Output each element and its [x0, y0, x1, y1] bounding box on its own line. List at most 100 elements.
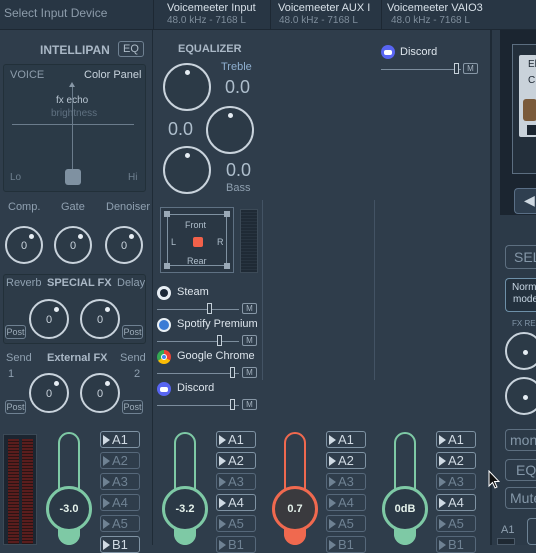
send-1-knob[interactable]: 0: [29, 373, 69, 413]
send-1-post-button[interactable]: Post: [5, 400, 26, 414]
app-name-steam: Steam: [177, 286, 209, 298]
reverb-post-button[interactable]: Post: [5, 325, 26, 339]
app-name-chrome: Google Chrome: [177, 350, 255, 362]
bus-button-a2-strip-1[interactable]: A2: [100, 452, 140, 469]
steam-slider-thumb[interactable]: [207, 303, 212, 314]
send-2-post-button[interactable]: Post: [122, 400, 143, 414]
bus-button-label: A4: [448, 495, 464, 510]
gate-knob[interactable]: 0: [54, 226, 92, 264]
bus-button-a1-strip-1[interactable]: A1: [100, 431, 140, 448]
chrome-slider[interactable]: [157, 373, 239, 374]
intellipan-h-axis: [12, 124, 134, 125]
play-triangle-icon: [103, 498, 110, 508]
bus-button-label: A5: [112, 516, 128, 531]
mouse-cursor-icon: [488, 470, 500, 489]
discord-slider-thumb[interactable]: [230, 399, 235, 410]
steam-slider[interactable]: [157, 309, 239, 310]
delay-knob[interactable]: 0: [80, 299, 120, 339]
bus-button-a5-strip-2[interactable]: A5: [216, 515, 256, 532]
strip-format-aux: 48.0 kHz - 7168 L: [279, 15, 358, 26]
vaio3-discord-mute-button[interactable]: M: [463, 63, 478, 74]
bus-button-a4-strip-4[interactable]: A4: [436, 494, 476, 511]
bus-button-a3-strip-1[interactable]: A3: [100, 473, 140, 490]
fader-knob-2[interactable]: -3.2: [162, 486, 208, 532]
mute-master-button[interactable]: Mute: [505, 487, 536, 509]
intellipan-cursor[interactable]: [65, 169, 81, 185]
strip-name-aux[interactable]: Voicemeeter AUX I: [278, 2, 370, 14]
denoiser-label: Denoiser: [106, 201, 151, 213]
fx-return-knob-1[interactable]: [505, 332, 536, 370]
discord-slider[interactable]: [157, 405, 239, 406]
rewind-button[interactable]: ◀: [514, 188, 536, 214]
mode-selector[interactable]: Norm mode: [505, 278, 536, 312]
play-triangle-icon: [439, 519, 446, 529]
chrome-mute-button[interactable]: M: [242, 367, 257, 378]
mono-button[interactable]: mon: [505, 429, 536, 451]
level-meter: [3, 434, 37, 545]
lo-label: Lo: [10, 172, 22, 183]
bus-button-a4-strip-3[interactable]: A4: [326, 494, 366, 511]
send-2-knob[interactable]: 0: [80, 373, 120, 413]
bus-button-a2-strip-3[interactable]: A2: [326, 452, 366, 469]
play-triangle-icon: [439, 456, 446, 466]
steam-mute-button[interactable]: M: [242, 303, 257, 314]
spotify-slider-thumb[interactable]: [217, 335, 222, 346]
bus-button-a5-strip-1[interactable]: A5: [100, 515, 140, 532]
bus-button-a3-strip-3[interactable]: A3: [326, 473, 366, 490]
cassette-display: El C:: [512, 44, 536, 174]
color-panel-label[interactable]: Color Panel: [84, 69, 141, 81]
bus-button-a3-strip-4[interactable]: A3: [436, 473, 476, 490]
bus-button-a4-strip-2[interactable]: A4: [216, 494, 256, 511]
fx-return-knob-2[interactable]: [505, 377, 536, 415]
play-triangle-icon: [439, 435, 446, 445]
select-button[interactable]: SEL: [505, 245, 536, 269]
fader-knob-4[interactable]: 0dB: [382, 486, 428, 532]
bus-button-a1-strip-3[interactable]: A1: [326, 431, 366, 448]
bus-button-a5-strip-4[interactable]: A5: [436, 515, 476, 532]
treble-knob[interactable]: [163, 63, 211, 111]
denoiser-knob[interactable]: 0: [105, 226, 143, 264]
discord-icon: [157, 382, 171, 396]
eq-button[interactable]: EQ: [118, 41, 144, 57]
fader-knob-1[interactable]: -3.0: [46, 486, 92, 532]
spotify-slider[interactable]: [157, 341, 239, 342]
play-triangle-icon: [219, 456, 226, 466]
bus-button-label: A4: [338, 495, 354, 510]
bus-button-a4-strip-1[interactable]: A4: [100, 494, 140, 511]
device-label-1: El: [528, 59, 536, 70]
select-input-device[interactable]: Select Input Device: [4, 6, 107, 20]
eq-master-button[interactable]: EQ: [505, 459, 536, 481]
bus-button-a1-strip-4[interactable]: A1: [436, 431, 476, 448]
bus-button-label: A5: [338, 516, 354, 531]
hi-label: Hi: [128, 172, 138, 183]
strip-name-vaio3[interactable]: Voicemeeter VAIO3: [387, 2, 483, 14]
chrome-slider-thumb[interactable]: [230, 367, 235, 378]
strip-name-input[interactable]: Voicemeeter Input: [167, 2, 256, 14]
bass-value: 0.0: [226, 160, 252, 180]
spotify-mute-button[interactable]: M: [242, 335, 257, 346]
bus-button-a5-strip-3[interactable]: A5: [326, 515, 366, 532]
intellipan-mode[interactable]: VOICE: [10, 69, 44, 81]
bus-button-a3-strip-2[interactable]: A3: [216, 473, 256, 490]
play-triangle-icon: [103, 519, 110, 529]
bus-button-a2-strip-4[interactable]: A2: [436, 452, 476, 469]
panner-pad[interactable]: Front Rear L R: [160, 207, 234, 273]
comp-knob[interactable]: 0: [5, 226, 43, 264]
vaio3-discord-slider[interactable]: [381, 69, 461, 70]
delay-post-button[interactable]: Post: [122, 325, 143, 339]
vaio3-discord-slider-thumb[interactable]: [454, 63, 459, 74]
intellipan-panel[interactable]: VOICE Color Panel fx echo brightness Lo …: [3, 64, 146, 192]
bus-button-a1-strip-2[interactable]: A1: [216, 431, 256, 448]
play-triangle-icon: [439, 540, 446, 550]
panner-cursor[interactable]: [193, 237, 203, 247]
bus-button-a2-strip-2[interactable]: A2: [216, 452, 256, 469]
master-fader-edge[interactable]: [527, 518, 536, 545]
discord-mute-button[interactable]: M: [242, 399, 257, 410]
bass-knob[interactable]: [163, 146, 211, 194]
bus-button-label: A2: [112, 453, 128, 468]
reverb-knob[interactable]: 0: [29, 299, 69, 339]
play-triangle-icon: [329, 540, 336, 550]
mid-knob[interactable]: [206, 106, 254, 154]
device-label-2: C:: [528, 75, 536, 86]
fader-knob-3[interactable]: 0.7: [272, 486, 318, 532]
